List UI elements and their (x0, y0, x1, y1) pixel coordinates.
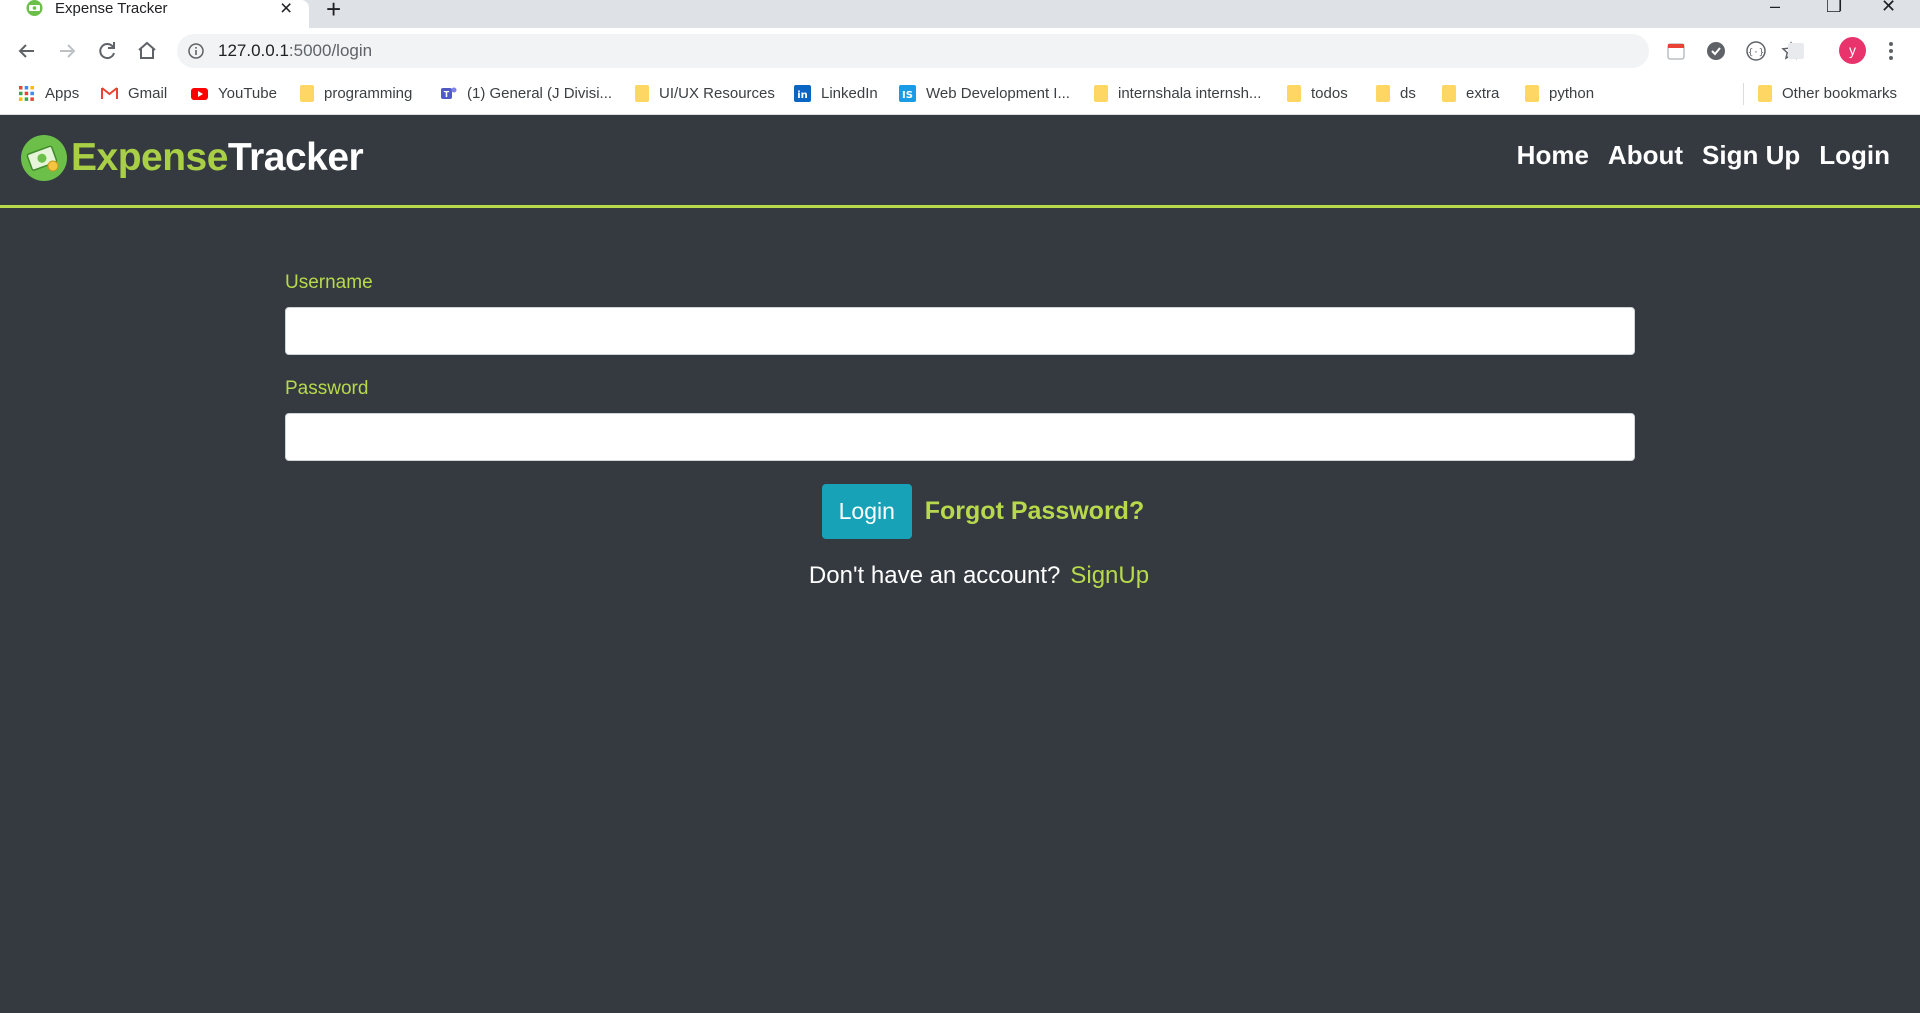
brand-name-part1: Expense (71, 136, 228, 179)
main-nav: Home About Sign Up Login (1517, 140, 1890, 171)
apps-grid-icon (19, 85, 34, 101)
bookmark-programming[interactable]: programming (300, 82, 412, 104)
address-bar[interactable]: 127.0.0.1:5000/login (177, 34, 1801, 68)
bookmark-gmail[interactable]: Gmail (101, 82, 167, 104)
password-label: Password (285, 378, 369, 399)
tab-strip: Expense Tracker × + – ❐ ✕ (0, 0, 1920, 28)
grey-extension-icon[interactable] (1786, 41, 1806, 61)
reload-icon[interactable] (94, 38, 120, 64)
gmail-icon (101, 86, 118, 99)
is-icon: IS (899, 84, 916, 102)
login-form: Username Password (285, 272, 1635, 484)
folder-icon (1376, 84, 1390, 102)
svg-text:{·}: {·} (1748, 48, 1764, 58)
bookmarks-bar: Apps Gmail YouTube programming T (1) Gen… (0, 74, 1920, 115)
login-button[interactable]: Login (821, 484, 912, 539)
folder-icon (300, 84, 314, 102)
no-account-text: Don't have an account? (808, 562, 1061, 589)
bookmark-label: Apps (45, 84, 80, 102)
linkedin-icon: in (794, 84, 811, 102)
bookmark-python[interactable]: python (1525, 82, 1594, 104)
tab-close-icon[interactable]: × (280, 0, 292, 19)
nav-login-link[interactable]: Login (1819, 140, 1890, 171)
code-extension-icon[interactable]: {·} (1746, 41, 1766, 61)
app-page: ExpenseTracker Home About Sign Up Login … (0, 116, 1920, 1013)
bookmark-label: python (1549, 84, 1595, 102)
teams-icon: T (441, 87, 457, 99)
bookmark-label: todos (1311, 84, 1348, 102)
bookmark-linkedin[interactable]: in LinkedIn (794, 82, 878, 104)
nav-signup-link[interactable]: Sign Up (1702, 140, 1800, 171)
bookmark-teams-general[interactable]: T (1) General (J Divisi... (440, 82, 612, 104)
money-logo-icon (21, 135, 67, 181)
folder-icon (1094, 84, 1108, 102)
folder-icon (1758, 84, 1772, 102)
bookmark-extra[interactable]: extra (1442, 82, 1499, 104)
nav-about-link[interactable]: About (1608, 140, 1683, 171)
tab-title: Expense Tracker (55, 0, 168, 17)
bookmark-label: extra (1466, 84, 1500, 102)
brand-name: ExpenseTracker (71, 136, 364, 180)
bookmark-label: Gmail (128, 84, 168, 102)
form-actions-row: Login Forgot Password? (821, 484, 1144, 539)
folder-icon (1442, 84, 1456, 102)
bookmark-label: Web Development I... (926, 84, 1070, 102)
window-close-icon[interactable]: ✕ (1881, 0, 1896, 17)
bookmark-label: LinkedIn (821, 84, 878, 102)
bookmark-uiux[interactable]: UI/UX Resources (635, 82, 775, 104)
url-host: 127.0.0.1 (218, 41, 289, 60)
password-input[interactable] (285, 413, 1635, 461)
signup-prompt-row: Don't have an account? SignUp (809, 562, 1149, 590)
bookmark-label: internshala internsh... (1118, 84, 1262, 102)
browser-tab[interactable]: Expense Tracker × (0, 0, 309, 28)
check-extension-icon[interactable] (1706, 41, 1726, 61)
svg-text:IS: IS (902, 90, 913, 101)
username-input[interactable] (285, 307, 1635, 355)
site-info-icon[interactable] (188, 43, 204, 59)
bookmark-label: UI/UX Resources (659, 84, 775, 102)
bookmark-label: Other bookmarks (1782, 84, 1898, 102)
svg-text:in: in (797, 90, 808, 101)
new-tab-icon[interactable]: + (326, 0, 341, 22)
bookmark-label: programming (324, 84, 413, 102)
minimize-icon[interactable]: – (1770, 0, 1780, 17)
brand-name-part2: Tracker (227, 136, 364, 179)
bookmark-other-bookmarks[interactable]: Other bookmarks (1758, 82, 1897, 104)
restore-icon[interactable]: ❐ (1826, 0, 1842, 17)
folder-icon (1525, 84, 1539, 102)
browser-toolbar: 127.0.0.1:5000/login {·} y (0, 28, 1920, 74)
bookmark-apps[interactable]: Apps (18, 82, 79, 104)
profile-avatar[interactable]: y (1839, 37, 1866, 64)
bookmark-web-development[interactable]: IS Web Development I... (899, 82, 1070, 104)
navbar: ExpenseTracker Home About Sign Up Login (0, 116, 1920, 208)
bookmark-internshala[interactable]: internshala internsh... (1094, 82, 1261, 104)
youtube-icon (191, 87, 208, 100)
bookmark-ds[interactable]: ds (1376, 82, 1416, 104)
calendar-extension-icon[interactable] (1666, 41, 1686, 61)
back-arrow-icon[interactable] (14, 38, 40, 64)
nav-home-link[interactable]: Home (1517, 140, 1589, 171)
bookmark-label: ds (1400, 84, 1416, 102)
signup-prompt: Don't have an account? SignUp (0, 562, 1920, 590)
url-path: :5000/login (288, 41, 373, 60)
brand[interactable]: ExpenseTracker (20, 134, 364, 182)
forward-arrow-icon[interactable] (54, 38, 80, 64)
folder-icon (1287, 84, 1301, 102)
folder-icon (635, 84, 649, 102)
username-label: Username (285, 272, 373, 293)
expense-tracker-favicon-icon (26, 0, 43, 16)
forgot-password-link[interactable]: Forgot Password? (925, 497, 1144, 526)
bookmarks-divider (1743, 83, 1744, 105)
signup-link[interactable]: SignUp (1070, 562, 1149, 589)
bookmark-label: (1) General (J Divisi... (467, 84, 613, 102)
bookmark-youtube[interactable]: YouTube (191, 82, 277, 104)
svg-text:T: T (444, 90, 450, 99)
url-text: 127.0.0.1:5000/login (218, 41, 372, 61)
bookmark-label: YouTube (218, 84, 277, 102)
browser-menu-icon[interactable] (1887, 40, 1895, 62)
bookmark-todos[interactable]: todos (1287, 82, 1348, 104)
form-actions: Login Forgot Password? (0, 484, 1920, 539)
home-icon[interactable] (134, 38, 160, 64)
